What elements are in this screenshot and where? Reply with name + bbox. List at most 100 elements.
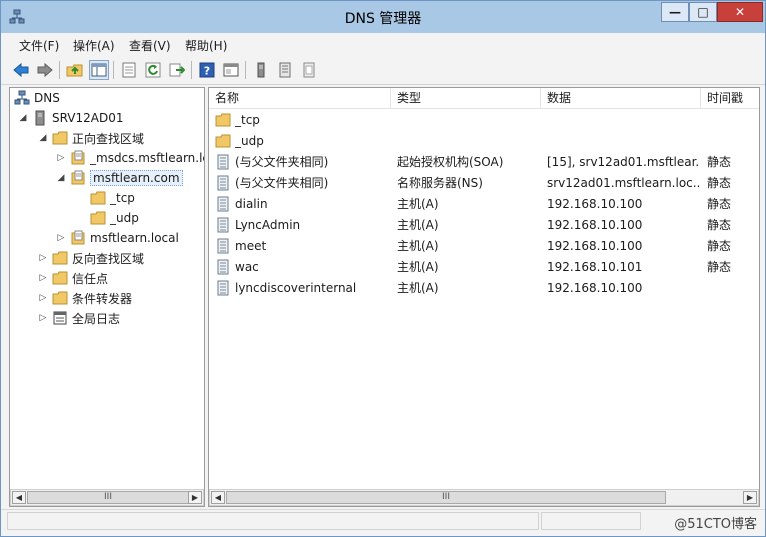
folder-icon xyxy=(52,291,68,305)
tree-horizontal-scrollbar[interactable]: ◀ III ▶ xyxy=(10,489,204,506)
status-cell-secondary xyxy=(541,512,641,530)
expand-triangle-icon[interactable]: ▷ xyxy=(38,253,48,263)
record-icon[interactable] xyxy=(275,60,295,80)
cell-data xyxy=(547,131,699,152)
list-row[interactable]: wac 主机(A) 192.168.10.101 静态 xyxy=(209,257,759,278)
collapse-triangle-icon[interactable]: ◢ xyxy=(56,173,66,183)
column-header-timestamp[interactable]: 时间戳 xyxy=(701,88,759,109)
record-icon xyxy=(217,280,229,296)
tree-item-trust-points[interactable]: ▷ 信任点 xyxy=(38,268,108,288)
cell-timestamp: 静态 xyxy=(707,197,732,211)
tree-item-server[interactable]: ◢ SRV12AD01 xyxy=(18,108,124,128)
scroll-left-arrow-icon[interactable]: ◀ xyxy=(12,491,26,504)
server-icon[interactable] xyxy=(251,60,271,80)
list-row[interactable]: _udp xyxy=(209,131,759,152)
tree-item-reverse-lookup[interactable]: ▷ 反向查找区域 xyxy=(38,248,144,268)
title-bar[interactable]: DNS 管理器 — □ ✕ xyxy=(1,1,765,33)
tree-item-tcp[interactable]: _tcp xyxy=(90,188,135,208)
cell-timestamp: 静态 xyxy=(707,260,732,274)
dns-manager-window: DNS 管理器 — □ ✕ 文件(F) 操作(A) 查看(V) 帮助(H) ? … xyxy=(0,0,766,537)
list-row[interactable]: LyncAdmin 主机(A) 192.168.10.100 静态 xyxy=(209,215,759,236)
tree-item-label: 反向查找区域 xyxy=(72,251,145,266)
list-row[interactable]: _tcp xyxy=(209,110,759,131)
maximize-button[interactable]: □ xyxy=(689,2,717,22)
scroll-right-arrow-icon[interactable]: ▶ xyxy=(743,491,757,504)
cell-name: _udp xyxy=(235,134,264,148)
tree-item-conditional-forwarders[interactable]: ▷ 条件转发器 xyxy=(38,288,132,308)
list-row[interactable]: lyncdiscoverinternal 主机(A) 192.168.10.100 xyxy=(209,278,759,299)
record-icon xyxy=(217,259,229,275)
scroll-left-arrow-icon[interactable]: ◀ xyxy=(211,491,225,504)
scroll-thumb[interactable]: III xyxy=(226,491,666,504)
tree-item-label: _udp xyxy=(110,211,139,225)
minimize-button[interactable]: — xyxy=(661,2,689,22)
show-tree-icon[interactable] xyxy=(89,60,109,80)
column-header-data[interactable]: 数据 xyxy=(541,88,701,109)
cell-data: 192.168.10.100 xyxy=(547,281,643,295)
list-row[interactable]: (与父文件夹相同) 名称服务器(NS) srv12ad01.msftlearn.lo… xyxy=(209,173,759,194)
zone-icon xyxy=(71,170,85,185)
zone-icon[interactable] xyxy=(299,60,319,80)
cell-name: _tcp xyxy=(235,113,260,127)
menu-bar: 文件(F) 操作(A) 查看(V) 帮助(H) xyxy=(1,33,765,55)
menu-view[interactable]: 查看(V) xyxy=(129,37,171,54)
scroll-right-arrow-icon[interactable]: ▶ xyxy=(188,491,202,504)
tree-item-label: 全局日志 xyxy=(72,311,121,326)
show-hide-pane-icon[interactable] xyxy=(221,60,241,80)
properties-icon[interactable] xyxy=(119,60,139,80)
list-row[interactable]: meet 主机(A) 192.168.10.100 静态 xyxy=(209,236,759,257)
dns-icon xyxy=(14,90,30,105)
tree-item-forward-lookup[interactable]: ◢ 正向查找区域 xyxy=(38,128,144,148)
console-tree-pane[interactable]: DNS ◢ SRV12AD01 ◢ 正向查找区域 ▷ _msdcs.msftle… xyxy=(9,87,205,507)
cell-timestamp xyxy=(707,131,759,152)
tree-item-dns[interactable]: DNS xyxy=(14,88,60,108)
collapse-triangle-icon[interactable]: ◢ xyxy=(18,113,28,123)
tree-item-label: 正向查找区域 xyxy=(72,131,145,146)
cell-type: 主机(A) xyxy=(397,218,439,232)
svg-text:?: ? xyxy=(204,65,210,78)
column-header-type[interactable]: 类型 xyxy=(391,88,541,109)
folder-icon xyxy=(215,113,231,127)
refresh-icon[interactable] xyxy=(143,60,163,80)
cell-type: 主机(A) xyxy=(397,260,439,274)
expand-triangle-icon[interactable]: ▷ xyxy=(38,313,48,323)
expand-triangle-icon[interactable]: ▷ xyxy=(38,293,48,303)
cell-timestamp: 静态 xyxy=(707,155,732,169)
scroll-thumb[interactable]: III xyxy=(27,491,189,504)
list-row[interactable]: dialin 主机(A) 192.168.10.100 静态 xyxy=(209,194,759,215)
list-row[interactable]: (与父文件夹相同) 起始授权机构(SOA) [15], srv12ad01.msft… xyxy=(209,152,759,173)
server-icon xyxy=(35,110,45,126)
tree-item-global-logs[interactable]: ▷ 全局日志 xyxy=(38,308,120,328)
tree-item-msdcs-zone[interactable]: ▷ _msdcs.msftlearn.lc xyxy=(56,148,205,168)
tree-item-label: _msdcs.msftlearn.lc xyxy=(90,151,205,165)
expand-triangle-icon[interactable]: ▷ xyxy=(38,273,48,283)
expand-triangle-icon[interactable]: ▷ xyxy=(56,153,66,163)
collapse-triangle-icon[interactable]: ◢ xyxy=(38,133,48,143)
tree-item-udp[interactable]: _udp xyxy=(90,208,139,228)
folder-icon xyxy=(52,131,68,145)
cell-name: wac xyxy=(235,260,259,274)
close-button[interactable]: ✕ xyxy=(717,2,763,22)
tree-item-msftlearn-com[interactable]: ◢ msftlearn.com xyxy=(56,168,183,188)
back-arrow-icon[interactable] xyxy=(11,60,31,80)
tree-item-label: DNS xyxy=(34,91,60,105)
cell-type: 起始授权机构(SOA) xyxy=(397,155,504,169)
cell-name: (与父文件夹相同) xyxy=(235,155,329,169)
column-header-name[interactable]: 名称 xyxy=(209,88,391,109)
cell-data: 192.168.10.100 xyxy=(547,218,643,232)
export-list-icon[interactable] xyxy=(167,60,187,80)
menu-file[interactable]: 文件(F) xyxy=(19,37,59,54)
list-horizontal-scrollbar[interactable]: ◀ III ▶ xyxy=(209,489,759,506)
tree-item-msftlearn-local[interactable]: ▷ msftlearn.local xyxy=(56,228,179,248)
expand-triangle-icon[interactable]: ▷ xyxy=(56,233,66,243)
records-list-pane[interactable]: 名称 类型 数据 时间戳 _tcp _udp (与父文件夹相同) 起始授权机构(SOA… xyxy=(208,87,760,507)
cell-type: 名称服务器(NS) xyxy=(397,176,483,190)
toolbar-separator xyxy=(59,61,60,79)
up-folder-icon[interactable] xyxy=(65,60,85,80)
menu-help[interactable]: 帮助(H) xyxy=(185,37,227,54)
help-icon[interactable]: ? xyxy=(197,60,217,80)
menu-action[interactable]: 操作(A) xyxy=(73,37,115,54)
forward-arrow-icon[interactable] xyxy=(35,60,55,80)
folder-icon xyxy=(52,271,68,285)
toolbar-separator xyxy=(245,61,246,79)
